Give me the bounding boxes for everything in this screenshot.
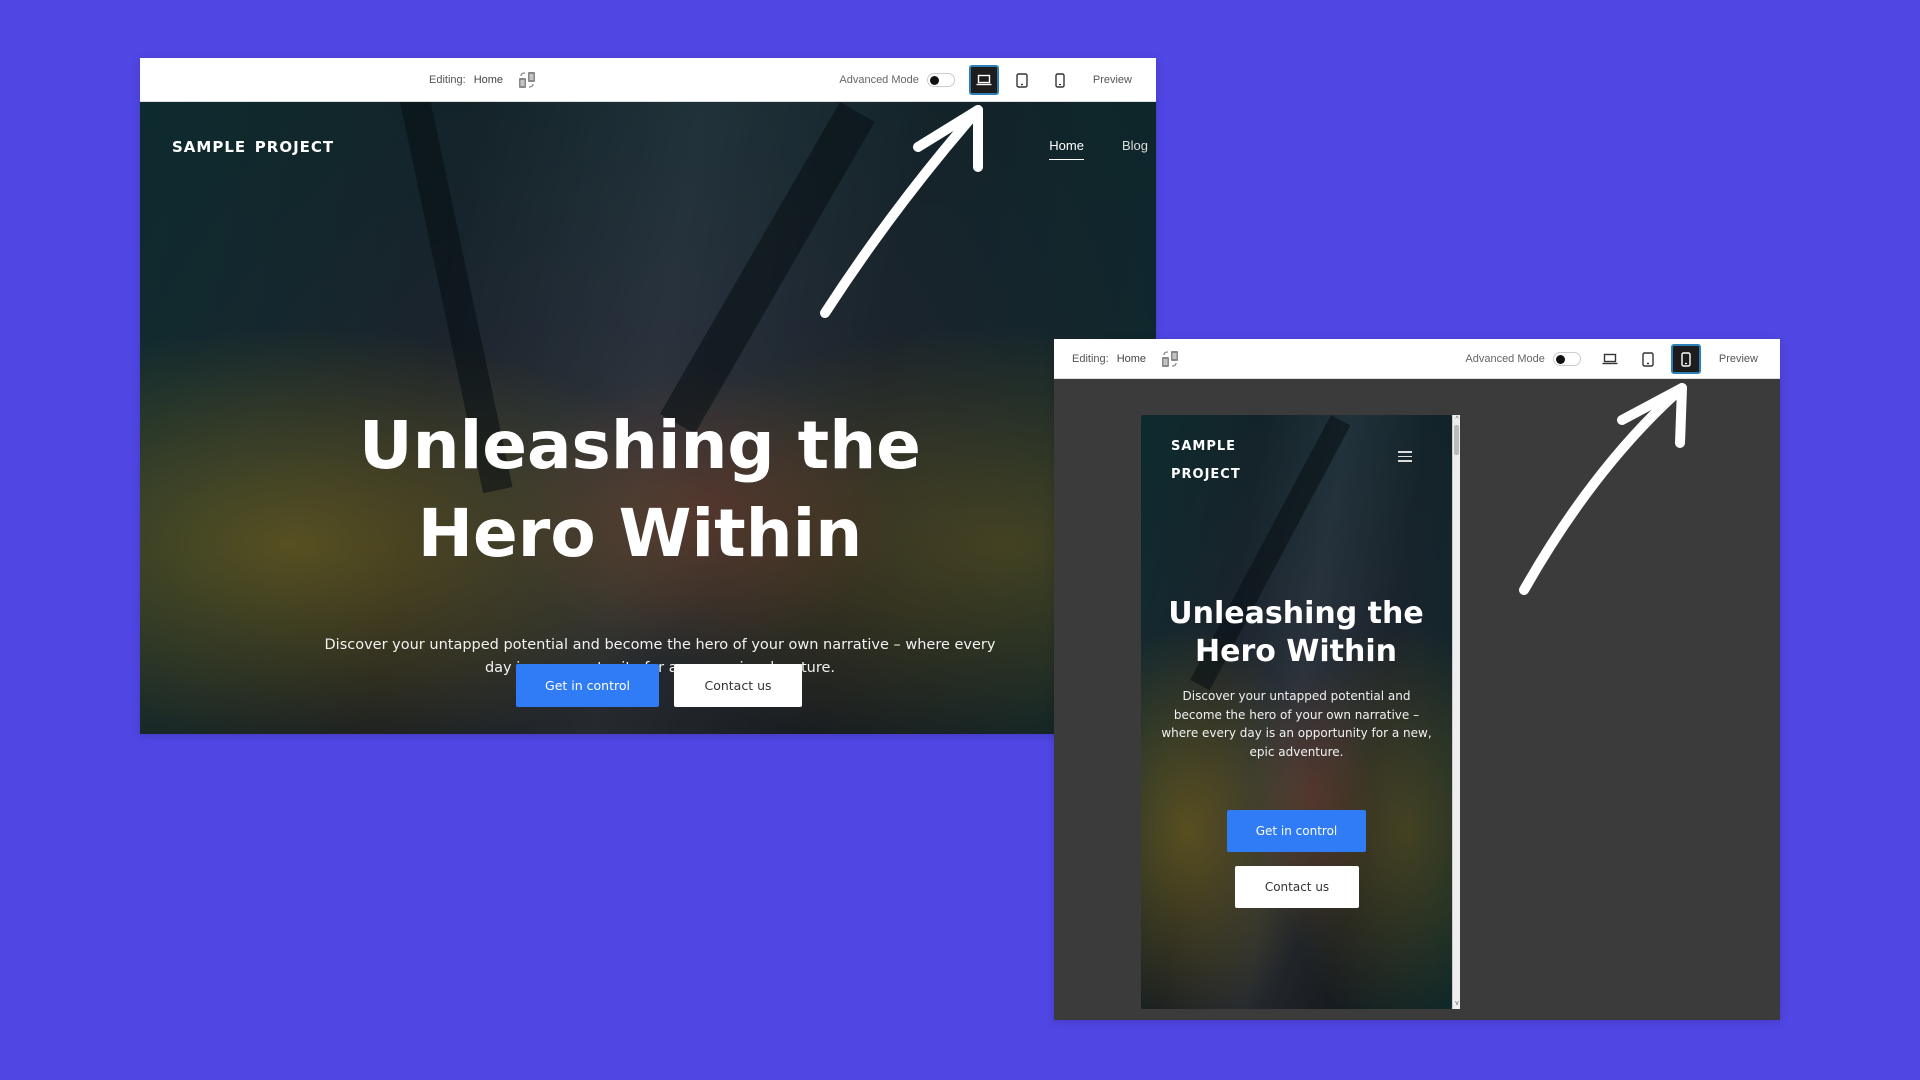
logo-line-1: sample [1171,434,1237,455]
get-in-control-button[interactable]: Get in control [516,664,659,707]
hero-section: sample project Home Blog Unleashing the … [140,102,1156,734]
hero-section: sample project Unleashing the Hero Withi… [1141,415,1452,1009]
page-swap-icon[interactable] [517,70,537,90]
page-name[interactable]: Home [474,74,503,86]
get-in-control-button[interactable]: Get in control [1227,810,1366,852]
hero-heading[interactable]: Unleashing the Hero Within [1151,595,1441,671]
page-swap-icon[interactable] [1160,349,1180,369]
phone-icon [1681,351,1691,367]
page-name[interactable]: Home [1117,353,1146,365]
editing-indicator: Editing: Home [429,58,537,102]
scrollbar-thumb[interactable] [1454,425,1459,455]
editor-toolbar: Editing: Home Advanced Mode Preview [1054,339,1780,379]
mobile-preview-frame: sample project Unleashing the Hero Withi… [1141,415,1452,1009]
preview-button[interactable]: Preview [1719,353,1758,365]
site-logo[interactable]: sample project [172,133,334,158]
hero-subheading[interactable]: Discover your untapped potential and bec… [1159,687,1434,761]
advanced-mode-label: Advanced Mode [1465,353,1545,365]
toolbar-right: Advanced Mode Preview [1465,339,1758,379]
hamburger-icon[interactable] [1398,451,1412,465]
contact-us-button[interactable]: Contact us [674,664,802,707]
editing-indicator: Editing: Home [1072,339,1180,379]
desktop-view-button[interactable] [1595,344,1625,374]
logo-line-2: project [1171,462,1241,483]
advanced-mode-toggle[interactable] [1552,352,1581,366]
hero-heading[interactable]: Unleashing the Hero Within [290,402,990,578]
desktop-editor-window: Editing: Home Advanced Mode Preview samp… [140,58,1156,734]
desktop-view-button[interactable] [968,65,999,95]
editor-toolbar: Editing: Home Advanced Mode Preview [140,58,1156,102]
laptop-icon [1602,353,1618,365]
editing-label: Editing: [429,74,466,86]
editing-label: Editing: [1072,353,1109,365]
tablet-view-button[interactable] [1007,65,1037,95]
toolbar-right: Advanced Mode Preview [839,58,1132,102]
advanced-mode-label: Advanced Mode [839,74,919,86]
preview-scrollbar[interactable]: ^ v [1452,415,1460,1009]
mobile-view-button[interactable] [1045,65,1075,95]
preview-button[interactable]: Preview [1093,74,1132,86]
toggle-knob [1555,355,1565,364]
hero-subheading[interactable]: Discover your untapped potential and bec… [320,634,1000,680]
nav-blog[interactable]: Blog [1122,138,1148,160]
tablet-view-button[interactable] [1633,344,1663,374]
advanced-mode-toggle[interactable] [926,73,955,87]
mobile-editor-window: Editing: Home Advanced Mode Preview samp… [1054,339,1780,1020]
tablet-icon [1016,72,1028,88]
site-nav: Home Blog [1049,138,1148,160]
contact-us-button[interactable]: Contact us [1235,866,1359,908]
phone-icon [1055,72,1065,88]
site-logo[interactable]: sample project [1171,431,1241,487]
laptop-icon [976,74,992,86]
scroll-up-arrow[interactable]: ^ [1453,416,1461,424]
tablet-icon [1642,351,1654,367]
mobile-view-button[interactable] [1670,344,1701,374]
scroll-down-arrow[interactable]: v [1453,1000,1461,1008]
toggle-knob [929,76,939,85]
nav-home[interactable]: Home [1049,138,1084,160]
